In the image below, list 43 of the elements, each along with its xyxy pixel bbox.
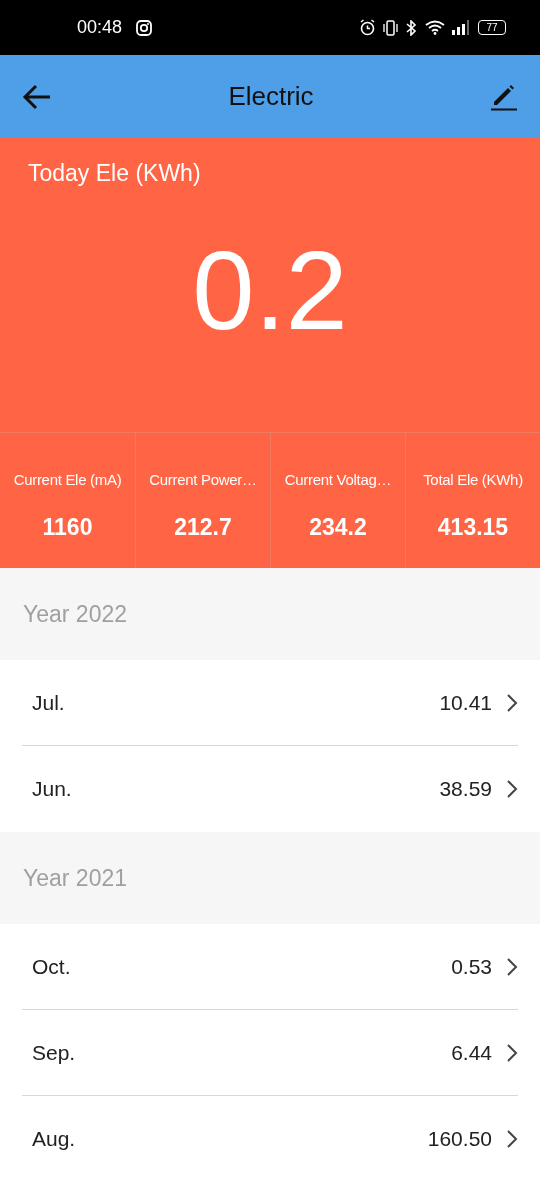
stat-value: 234.2 [309, 512, 367, 542]
stat-label: Current Power… [149, 470, 257, 490]
month-row[interactable]: Oct. 0.53 [22, 924, 518, 1010]
chevron-right-icon [506, 692, 518, 713]
stat-value: 1160 [42, 512, 93, 542]
year-heading: Year 2022 [23, 599, 128, 629]
month-label: Jul. [32, 689, 65, 716]
month-row[interactable]: Sep. 6.44 [22, 1010, 518, 1096]
month-value: 6.44 [451, 1039, 492, 1066]
chevron-right-icon [506, 1042, 518, 1063]
month-row[interactable]: Jun. 38.59 [22, 746, 518, 832]
month-value: 10.41 [439, 689, 492, 716]
month-label: Aug. [32, 1126, 76, 1153]
today-value: 0.2 [192, 234, 348, 347]
stat-label: Total Ele (KWh) [423, 470, 523, 490]
month-value: 160.50 [427, 1126, 492, 1153]
year-heading: Year 2021 [23, 863, 128, 893]
chevron-right-icon [506, 956, 518, 977]
edit-pencil-icon[interactable] [490, 82, 518, 111]
status-time: 00:48 [77, 16, 123, 39]
bluetooth-icon [406, 19, 417, 36]
stat-label: Current Ele (mA) [13, 470, 122, 490]
camera-app-icon [136, 19, 153, 36]
month-label: Oct. [32, 953, 71, 980]
month-row[interactable]: Jul. 10.41 [22, 660, 518, 746]
screen-title: Electric [228, 80, 314, 113]
stat-value: 212.7 [174, 512, 232, 542]
month-value: 38.59 [439, 776, 492, 803]
battery-level: 77 [486, 22, 498, 33]
month-label: Sep. [32, 1039, 76, 1066]
stat-value: 413.15 [437, 512, 509, 542]
stat-label: Current Voltag… [284, 470, 392, 490]
back-arrow-icon[interactable] [22, 83, 52, 110]
today-label: Today Ele (KWh) [28, 159, 201, 188]
month-value: 0.53 [451, 953, 492, 980]
month-row[interactable]: Aug. 160.50 [22, 1096, 518, 1182]
month-label: Jun. [32, 776, 72, 803]
signal-icon [451, 20, 469, 35]
chevron-right-icon [506, 1129, 518, 1149]
vibrate-icon [382, 19, 399, 36]
chevron-right-icon [506, 779, 518, 799]
wifi-icon [425, 20, 445, 35]
alarm-icon [359, 19, 376, 36]
